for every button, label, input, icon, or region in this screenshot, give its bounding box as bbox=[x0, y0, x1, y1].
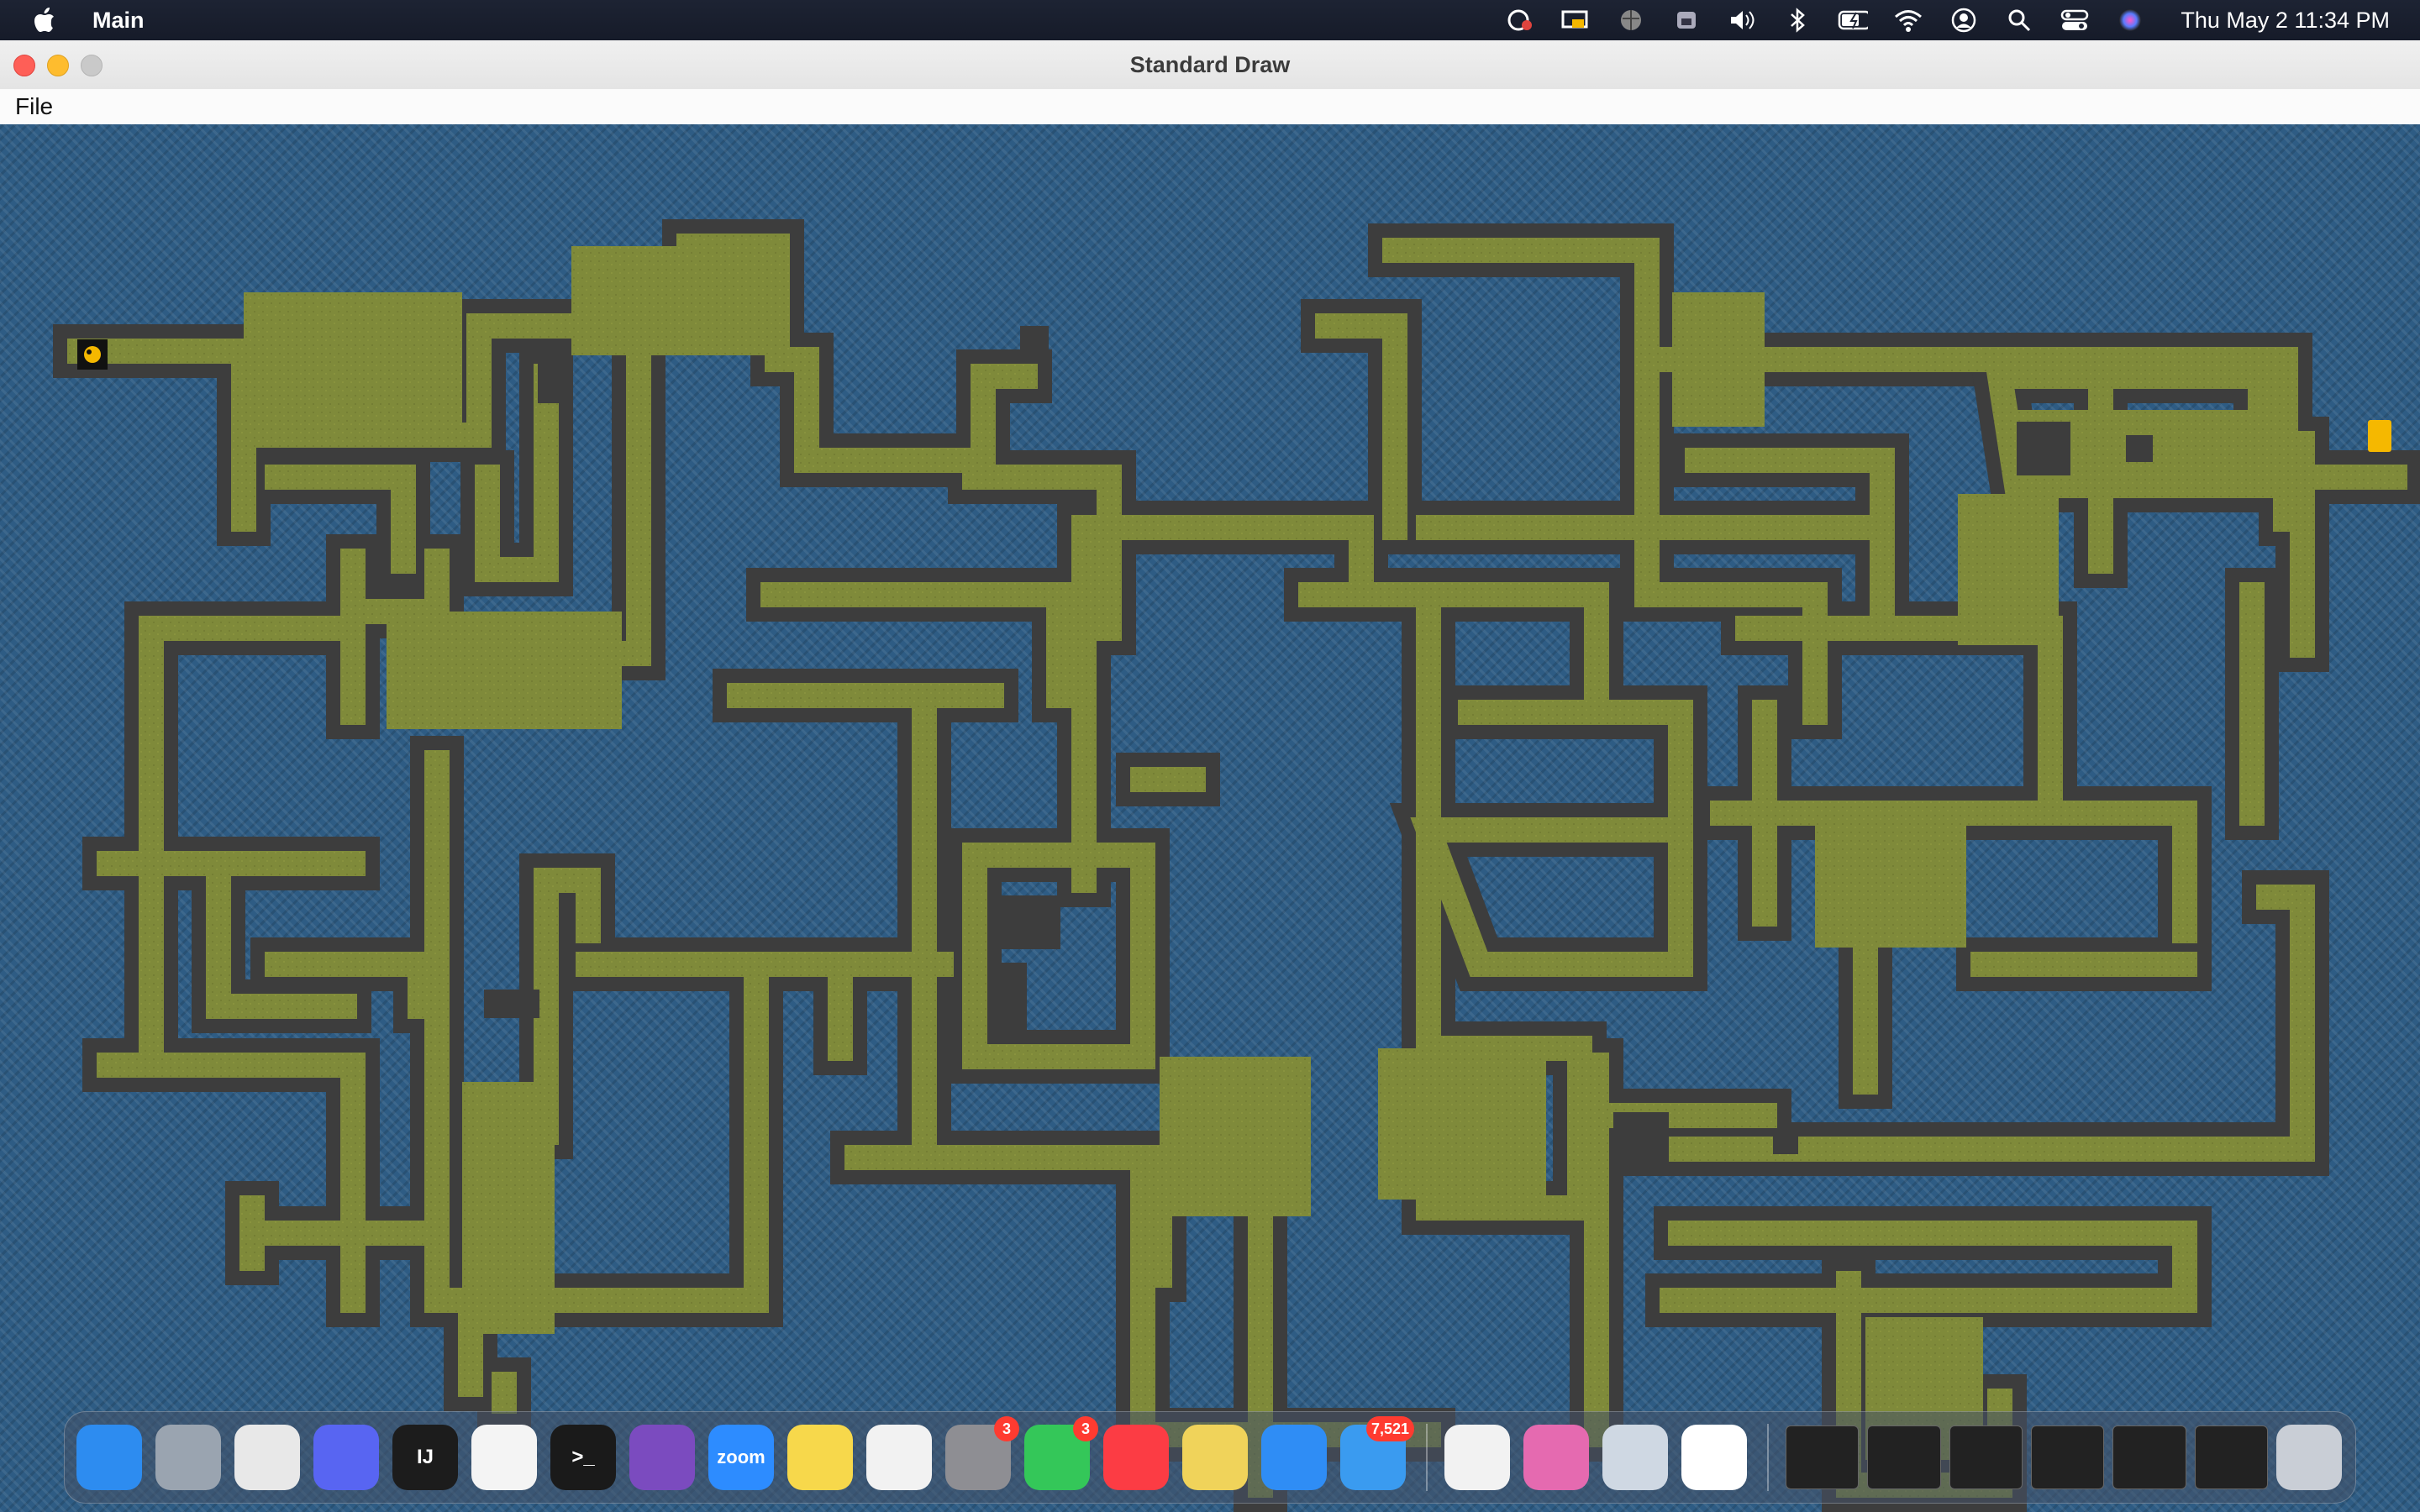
file-menu[interactable]: File bbox=[15, 93, 53, 120]
search-icon[interactable] bbox=[2004, 6, 2034, 34]
exit-door bbox=[2368, 420, 2391, 452]
screen-record-icon[interactable] bbox=[1505, 6, 1535, 34]
dock-icon-label: IJ bbox=[416, 1446, 434, 1468]
notes-icon[interactable] bbox=[787, 1425, 853, 1490]
settings-icon[interactable]: 3 bbox=[945, 1416, 1019, 1490]
status-area: Thu May 2 11:34 PM bbox=[1505, 0, 2390, 40]
python-icon[interactable] bbox=[1444, 1425, 1510, 1490]
mail-icon[interactable]: 7,521 bbox=[1340, 1416, 1414, 1490]
messages-icon[interactable]: 3 bbox=[1024, 1416, 1098, 1490]
launchpad-icon[interactable] bbox=[155, 1425, 221, 1490]
standard-draw-window: Standard Draw File bbox=[0, 40, 2420, 1512]
java-icon[interactable] bbox=[1681, 1425, 1747, 1490]
notification-badge: 3 bbox=[994, 1416, 1019, 1441]
apple-icon[interactable] bbox=[34, 8, 55, 33]
game-canvas[interactable] bbox=[0, 124, 2420, 1512]
window-title: Standard Draw bbox=[1129, 51, 1291, 77]
zoom-button[interactable] bbox=[81, 55, 103, 76]
close-button[interactable] bbox=[13, 55, 35, 76]
player-sprite bbox=[77, 339, 108, 370]
title-bar[interactable]: Standard Draw bbox=[0, 40, 2420, 90]
window-thumb-3[interactable] bbox=[1949, 1425, 2023, 1489]
safari-icon[interactable] bbox=[1261, 1425, 1327, 1490]
chrome-icon[interactable] bbox=[234, 1425, 300, 1490]
github-icon[interactable] bbox=[629, 1425, 695, 1490]
dock-icon-label: >_ bbox=[571, 1446, 595, 1468]
display-icon[interactable] bbox=[1560, 6, 1591, 34]
stickies-icon[interactable] bbox=[1182, 1425, 1248, 1490]
minimize-button[interactable] bbox=[47, 55, 69, 76]
globe-icon[interactable] bbox=[1616, 6, 1646, 34]
vpn-icon[interactable] bbox=[1671, 6, 1702, 34]
clock[interactable]: Thu May 2 11:34 PM bbox=[2181, 8, 2390, 34]
window-thumb-6[interactable] bbox=[2194, 1425, 2269, 1489]
music-icon[interactable] bbox=[1103, 1425, 1169, 1490]
volume-icon[interactable] bbox=[1727, 6, 1757, 34]
finder-icon[interactable] bbox=[76, 1425, 142, 1490]
discord-icon[interactable] bbox=[313, 1425, 379, 1490]
preview-icon[interactable] bbox=[1602, 1425, 1668, 1490]
zoom-icon[interactable]: zoom bbox=[708, 1425, 774, 1490]
battery-icon[interactable] bbox=[1838, 6, 1869, 34]
user-icon[interactable] bbox=[1949, 6, 1979, 34]
cleanmymac-icon[interactable] bbox=[1523, 1425, 1589, 1490]
window-thumb-2[interactable] bbox=[1867, 1425, 1941, 1489]
active-app-name[interactable]: Main bbox=[92, 8, 145, 34]
trash-icon[interactable] bbox=[2276, 1425, 2343, 1490]
notification-badge: 3 bbox=[1073, 1416, 1098, 1441]
terminal-icon[interactable]: >_ bbox=[550, 1425, 616, 1490]
menu-bar: Main Thu May 2 11:34 PM bbox=[0, 0, 2420, 40]
intellij-icon[interactable]: IJ bbox=[392, 1425, 458, 1490]
bluetooth-icon[interactable] bbox=[1782, 6, 1812, 34]
control-center-icon[interactable] bbox=[2060, 6, 2090, 34]
vscode-icon[interactable] bbox=[471, 1425, 537, 1490]
siri-icon[interactable] bbox=[2115, 6, 2145, 34]
maze-map bbox=[53, 219, 2420, 1512]
window-thumb-4[interactable] bbox=[2031, 1425, 2105, 1489]
window-thumb-1[interactable] bbox=[1785, 1425, 1860, 1489]
dock-separator bbox=[1426, 1424, 1428, 1491]
photos-icon[interactable] bbox=[866, 1425, 932, 1490]
notification-badge: 7,521 bbox=[1365, 1416, 1414, 1441]
wifi-icon[interactable] bbox=[1893, 6, 1923, 34]
menu-strip: File bbox=[0, 89, 2420, 125]
dock: IJ >_ zoom 3 3 7,521 bbox=[64, 1411, 2356, 1504]
window-thumb-5[interactable] bbox=[2112, 1425, 2186, 1489]
dock-separator bbox=[1766, 1424, 1769, 1491]
dock-icon-label: zoom bbox=[717, 1446, 765, 1467]
